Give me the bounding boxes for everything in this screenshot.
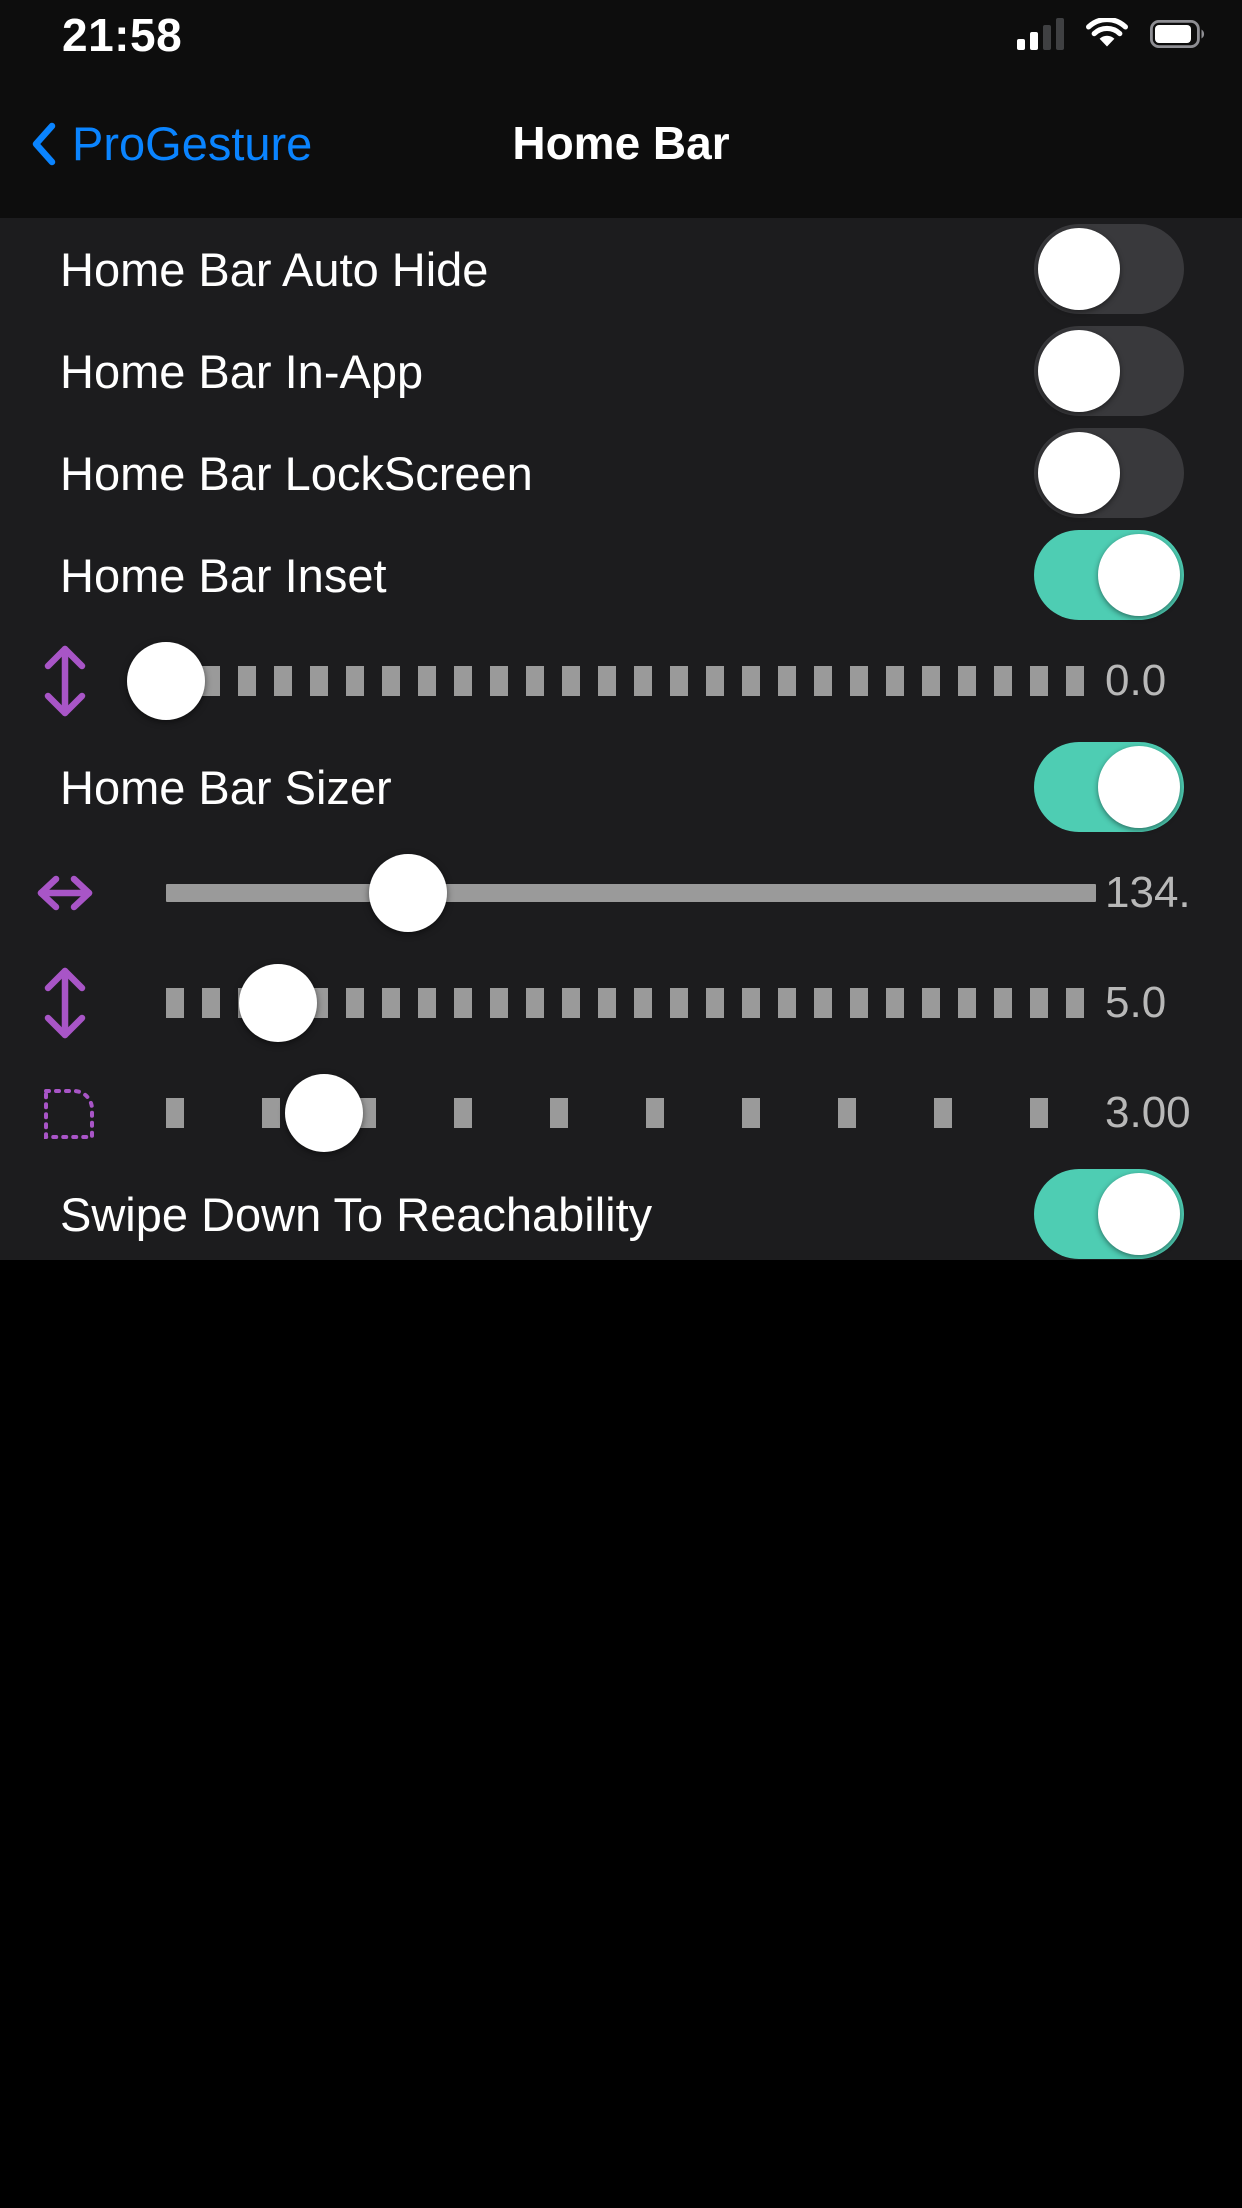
slider-value-corner-radius: 3.00 [1105,1088,1191,1137]
arrows-vertical-icon [34,641,96,721]
switch-home-bar-lockscreen[interactable] [1034,428,1184,518]
row-label: Swipe Down To Reachability [60,1187,653,1241]
slider-value-width: 134. [1105,868,1191,917]
slider-thumb[interactable] [285,1074,364,1152]
slider-width[interactable] [166,853,1096,933]
row-label: Home Bar Auto Hide [60,242,489,296]
settings-row-width-slider[interactable]: 134. [0,838,1242,948]
status-bar-indicators [1017,12,1206,56]
switch-knob [1038,330,1120,412]
row-label: Home Bar Sizer [60,760,392,814]
slider-value-inset: 0.0 [1105,656,1167,705]
settings-row-home-bar-sizer[interactable]: Home Bar Sizer [0,736,1242,838]
slider-thumb[interactable] [238,964,317,1042]
row-label: Home Bar Inset [60,548,387,602]
row-label: Home Bar In-App [60,344,424,398]
switch-knob [1098,746,1180,828]
settings-row-home-bar-inset[interactable]: Home Bar Inset [0,524,1242,626]
slider-thumb[interactable] [127,642,205,720]
slider-track [166,884,1096,902]
wifi-icon [1086,18,1128,50]
slider-corner-radius[interactable] [166,1073,1096,1153]
navigation-bar: ProGesture Home Bar [0,64,1242,218]
switch-knob [1098,534,1180,616]
corner-radius-icon [34,1073,96,1153]
cellular-signal-icon [1017,18,1064,50]
settings-row-home-bar-lockscreen[interactable]: Home Bar LockScreen [0,422,1242,524]
settings-row-corner-radius-slider[interactable]: 3.00 [0,1058,1242,1168]
settings-row-home-bar-in-app[interactable]: Home Bar In-App [0,320,1242,422]
slider-inset[interactable] [127,641,1096,721]
slider-height[interactable] [166,963,1096,1043]
settings-row-height-slider[interactable]: 5.0 [0,948,1242,1058]
status-bar-clock: 21:58 [62,9,183,61]
slider-thumb[interactable] [368,854,447,932]
arrows-horizontal-icon [34,853,96,933]
slider-value-height: 5.0 [1105,978,1167,1027]
switch-knob [1038,432,1120,514]
status-bar: 21:58 [0,0,1242,64]
slider-track [166,666,1096,696]
settings-group: Home Bar Auto Hide Home Bar In-App Home … [0,218,1242,1260]
switch-home-bar-in-app[interactable] [1034,326,1184,416]
switch-knob [1038,228,1120,310]
switch-knob [1098,1173,1180,1255]
switch-home-bar-auto-hide[interactable] [1034,224,1184,314]
page-title: Home Bar [512,117,730,169]
switch-home-bar-sizer[interactable] [1034,742,1184,832]
phone-screen: 21:58 ProGesture Home Bar Home Bar Auto … [0,0,1242,2208]
row-label: Home Bar LockScreen [60,446,533,500]
settings-row-swipe-down-to-reachability[interactable]: Swipe Down To Reachability [0,1168,1242,1260]
settings-row-home-bar-auto-hide[interactable]: Home Bar Auto Hide [0,218,1242,320]
switch-home-bar-inset[interactable] [1034,530,1184,620]
arrows-vertical-icon [34,963,96,1043]
switch-swipe-down-to-reachability[interactable] [1034,1169,1184,1259]
battery-icon [1150,20,1206,48]
settings-row-inset-slider[interactable]: 0.0 [0,626,1242,736]
